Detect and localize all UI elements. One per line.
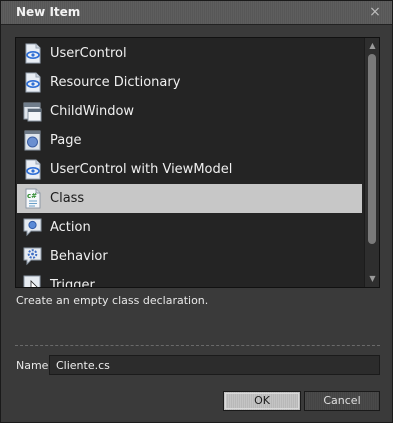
title-bar[interactable]: New Item ×	[1, 1, 392, 25]
list-item-action[interactable]: Action	[17, 213, 362, 242]
resource-dictionary-icon	[25, 72, 41, 93]
list-item-label: UserControl with ViewModel	[50, 162, 233, 177]
action-icon	[23, 218, 42, 237]
new-item-dialog: New Item × UserControl Resource Dictiona…	[0, 0, 393, 423]
trigger-icon	[23, 275, 41, 287]
scroll-down-icon[interactable]: ▼	[366, 273, 379, 285]
usercontrol-icon	[25, 43, 41, 64]
usercontrol-viewmodel-icon	[25, 159, 41, 180]
list-item-class[interactable]: c# Class	[17, 184, 362, 213]
name-label: Name	[16, 359, 49, 372]
list-item-label: Behavior	[50, 249, 108, 264]
behavior-icon	[23, 247, 42, 266]
name-input[interactable]	[49, 355, 380, 375]
class-icon: c#	[25, 188, 41, 209]
list-item-resource-dictionary[interactable]: Resource Dictionary	[17, 68, 362, 97]
list-item-label: Trigger	[50, 278, 95, 288]
list-item-trigger[interactable]: Trigger	[17, 271, 362, 288]
list-item-usercontrol-viewmodel[interactable]: UserControl with ViewModel	[17, 155, 362, 184]
list-scrollbar[interactable]: ▲ ▼	[364, 38, 379, 287]
list-item-label: UserControl	[50, 46, 127, 61]
scroll-up-icon[interactable]: ▲	[366, 40, 379, 52]
item-template-list[interactable]: UserControl Resource Dictionary ChildWin…	[15, 37, 380, 288]
list-item-label: ChildWindow	[50, 104, 135, 119]
ok-button[interactable]: OK	[223, 391, 301, 411]
close-icon[interactable]: ×	[368, 4, 382, 20]
list-item-label: Action	[50, 220, 91, 235]
dialog-title: New Item	[16, 5, 81, 19]
scrollbar-thumb[interactable]	[368, 54, 376, 244]
list-item-behavior[interactable]: Behavior	[17, 242, 362, 271]
list-item-childwindow[interactable]: ChildWindow	[17, 97, 362, 126]
list-item-label: Page	[50, 133, 82, 148]
page-icon	[24, 130, 41, 151]
list-item-usercontrol[interactable]: UserControl	[17, 39, 362, 68]
list-item-page[interactable]: Page	[17, 126, 362, 155]
item-description: Create an empty class declaration.	[16, 294, 209, 307]
list-item-label: Class	[50, 191, 85, 206]
cancel-button[interactable]: Cancel	[304, 391, 380, 411]
list-item-label: Resource Dictionary	[50, 75, 181, 90]
svg-text:c#: c#	[27, 192, 37, 200]
childwindow-icon	[23, 102, 42, 122]
separator	[15, 345, 380, 346]
